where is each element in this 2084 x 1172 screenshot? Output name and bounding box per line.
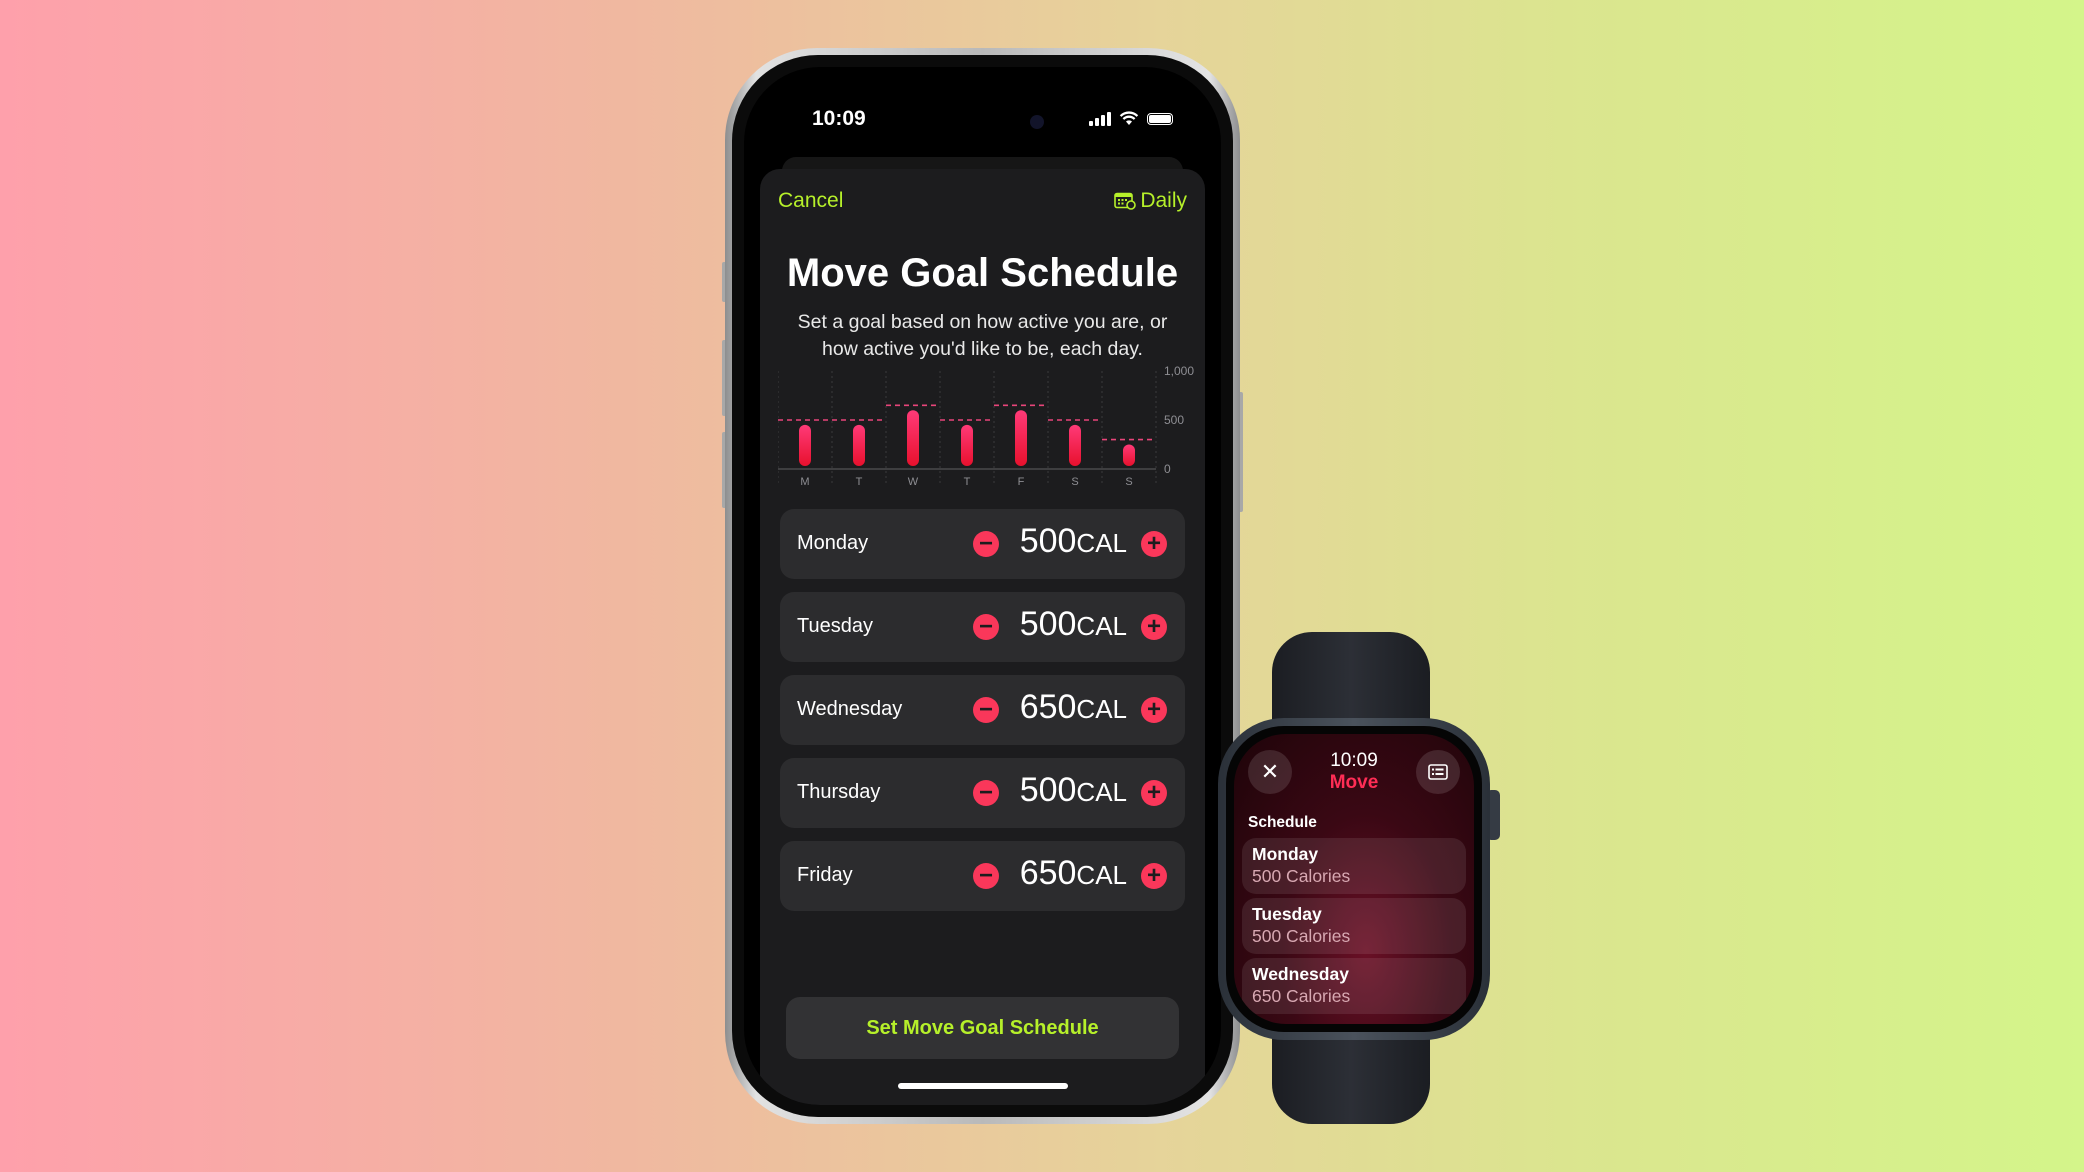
page-title: Move Goal Schedule [786, 251, 1179, 295]
decrease-button[interactable]: − [973, 780, 999, 806]
cellular-signal-icon [1089, 111, 1111, 126]
x-tick-label: S [1125, 476, 1132, 485]
row-value: 650CAL [1020, 854, 1127, 893]
list-button[interactable] [1416, 750, 1460, 794]
bar [1069, 424, 1081, 466]
home-indicator[interactable] [897, 1083, 1068, 1089]
increase-button[interactable]: + [1141, 614, 1167, 640]
decrease-button[interactable]: − [973, 614, 999, 640]
value-unit: CAL [1076, 611, 1127, 641]
daily-button[interactable]: Daily [1114, 189, 1187, 213]
phone-screen: 10:09 Cancel Daily Move Goal Schedule Se… [744, 67, 1221, 1105]
schedule-section-label: Schedule [1248, 814, 1317, 831]
item-day: Monday [1252, 844, 1319, 864]
item-day: Tuesday [1252, 904, 1322, 924]
row-value: 650CAL [1020, 688, 1127, 727]
status-time: 10:09 [812, 107, 866, 130]
watch-list-item-monday[interactable]: Monday 500 Calories [1242, 838, 1466, 894]
camera [1030, 115, 1044, 129]
bar [853, 424, 865, 466]
row-value: 500CAL [1020, 605, 1127, 644]
decrease-button[interactable]: − [973, 531, 999, 557]
y-tick-label: 1,000 [1164, 365, 1194, 378]
set-move-goal-schedule-button[interactable]: Set Move Goal Schedule [786, 997, 1179, 1059]
dynamic-island [924, 105, 1044, 141]
y-tick-label: 500 [1164, 413, 1184, 427]
value-unit: CAL [1076, 860, 1127, 890]
schedule-row-thursday: Thursday − 500CAL + [780, 758, 1185, 828]
value-number: 500 [1019, 522, 1077, 560]
x-tick-label: W [908, 476, 919, 485]
apple-watch: ✕ 10:09 Move Schedule Monday 500 Calorie… [1218, 718, 1490, 1040]
value-unit: CAL [1076, 777, 1127, 807]
battery-icon [1147, 112, 1173, 125]
row-day: Friday [797, 864, 853, 886]
move-goal-chart: M T W T F S S 1,000 500 0 [778, 365, 1218, 485]
bar [907, 410, 919, 466]
value-unit: CAL [1076, 694, 1127, 724]
watch-screen: ✕ 10:09 Move Schedule Monday 500 Calorie… [1234, 734, 1474, 1024]
watch-list-item-wednesday[interactable]: Wednesday 650 Calories [1242, 958, 1466, 1014]
bar [1015, 410, 1027, 466]
schedule-row-wednesday: Wednesday − 650CAL + [780, 675, 1185, 745]
value-number: 650 [1019, 688, 1077, 726]
value-number: 650 [1019, 854, 1077, 892]
watch-list-item-tuesday[interactable]: Tuesday 500 Calories [1242, 898, 1466, 954]
value-unit: CAL [1076, 528, 1127, 558]
y-tick-label: 0 [1164, 462, 1171, 476]
row-day: Tuesday [797, 615, 873, 637]
schedule-row-tuesday: Tuesday − 500CAL + [780, 592, 1185, 662]
item-calories: 650 Calories [1252, 986, 1351, 1006]
cancel-button[interactable]: Cancel [778, 189, 843, 213]
x-tick-label: S [1071, 476, 1078, 485]
decrease-button[interactable]: − [973, 697, 999, 723]
decrease-button[interactable]: − [973, 863, 999, 889]
row-day: Monday [797, 532, 869, 554]
page-subtitle: Set a goal based on how active you are, … [797, 311, 1168, 360]
bar [799, 424, 811, 466]
increase-button[interactable]: + [1141, 531, 1167, 557]
watch-band-top [1272, 632, 1430, 732]
row-day: Thursday [797, 781, 881, 803]
x-tick-label: F [1018, 476, 1025, 485]
x-tick-label: T [856, 476, 863, 485]
schedule-row-friday: Friday − 650CAL + [780, 841, 1185, 911]
row-value: 500CAL [1020, 522, 1127, 561]
calendar-clock-icon [1114, 192, 1137, 210]
daily-label: Daily [1140, 189, 1187, 212]
increase-button[interactable]: + [1141, 780, 1167, 806]
item-calories: 500 Calories [1252, 866, 1351, 886]
x-tick-label: T [964, 476, 971, 485]
increase-button[interactable]: + [1141, 863, 1167, 889]
bar [961, 424, 973, 466]
wifi-icon [1119, 111, 1139, 125]
x-tick-label: M [800, 476, 809, 485]
row-day: Wednesday [797, 698, 903, 720]
schedule-row-monday: Monday − 500CAL + [780, 509, 1185, 579]
row-value: 500CAL [1020, 771, 1127, 810]
item-calories: 500 Calories [1252, 926, 1351, 946]
bar [1123, 444, 1135, 466]
increase-button[interactable]: + [1141, 697, 1167, 723]
status-bar: 10:09 [744, 105, 1221, 141]
value-number: 500 [1019, 771, 1077, 809]
value-number: 500 [1019, 605, 1077, 643]
item-day: Wednesday [1252, 964, 1349, 984]
list-icon [1428, 764, 1448, 780]
chart-svg: M T W T F S S 1,000 500 0 [778, 365, 1194, 485]
move-goal-sheet: Cancel Daily Move Goal Schedule Set a go… [760, 169, 1205, 1105]
iphone: 10:09 Cancel Daily Move Goal Schedule Se… [725, 48, 1240, 1124]
